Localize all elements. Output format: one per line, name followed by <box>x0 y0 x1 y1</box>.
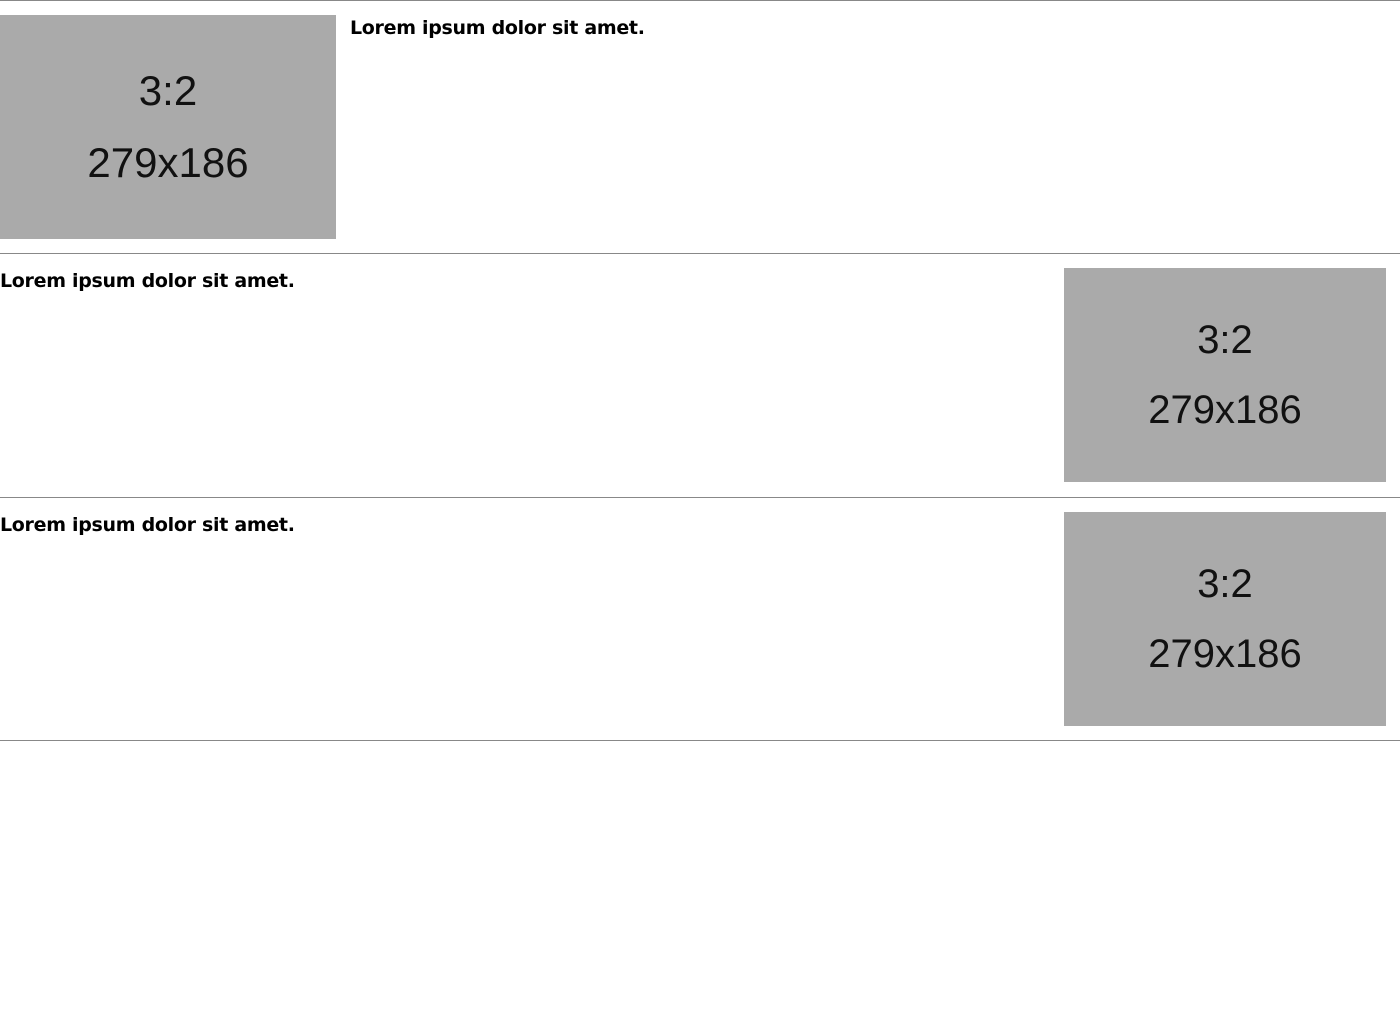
image-size-label: 279x186 <box>87 139 249 186</box>
media-heading: Lorem ipsum dolor sit amet. <box>350 17 645 39</box>
media-heading: Lorem ipsum dolor sit amet. <box>0 270 295 292</box>
placeholder-image: 3:2 279x186 <box>1064 512 1386 726</box>
image-size-label: 279x186 <box>1148 632 1302 676</box>
media-list: 3:2 279x186 Lorem ipsum dolor sit amet. … <box>0 0 1400 741</box>
media-heading: Lorem ipsum dolor sit amet. <box>0 514 295 536</box>
placeholder-image: 3:2 279x186 <box>0 15 336 239</box>
media-item: 3:2 279x186 Lorem ipsum dolor sit amet. <box>0 1 1400 254</box>
image-ratio-label: 3:2 <box>1197 562 1253 606</box>
image-ratio-label: 3:2 <box>1197 318 1253 362</box>
placeholder-image: 3:2 279x186 <box>1064 268 1386 482</box>
media-item: Lorem ipsum dolor sit amet. 3:2 279x186 <box>0 254 1400 498</box>
image-ratio-label: 3:2 <box>138 67 198 114</box>
image-size-label: 279x186 <box>1148 388 1302 432</box>
media-item: Lorem ipsum dolor sit amet. 3:2 279x186 <box>0 498 1400 741</box>
